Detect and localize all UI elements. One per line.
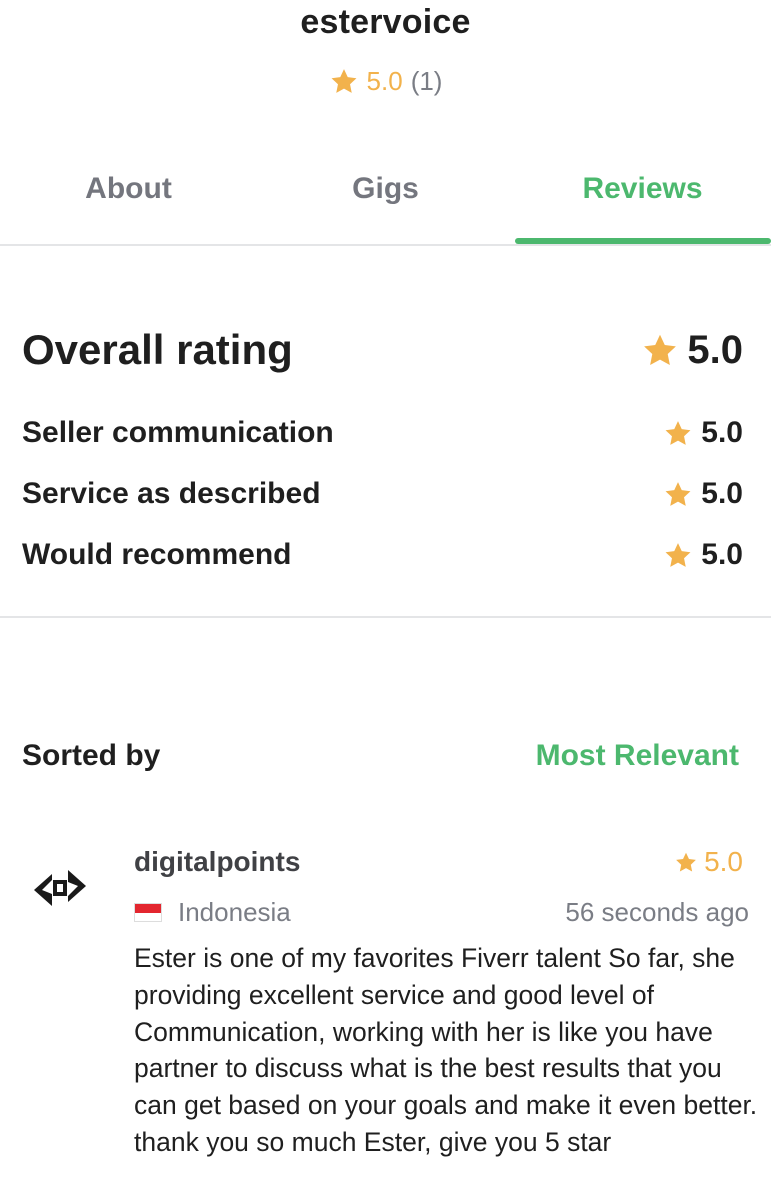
sort-label: Sorted by <box>22 739 161 772</box>
rating-row-service-as-described: Service as described 5.0 <box>22 474 743 514</box>
rating-row-seller-communication: Seller communication 5.0 <box>22 413 743 453</box>
tab-reviews[interactable]: Reviews <box>514 172 771 216</box>
rating-value: 5.0 <box>701 538 743 571</box>
overall-rating-row: Overall rating 5.0 <box>22 320 743 380</box>
review-text: Ester is one of my favorites Fiverr tale… <box>134 943 758 1157</box>
header-rating: 5.0 (1) <box>0 66 771 97</box>
tab-gigs[interactable]: Gigs <box>257 172 514 216</box>
star-icon <box>663 541 693 570</box>
rating-value-group: 5.0 <box>663 416 743 450</box>
tab-about[interactable]: About <box>0 172 257 216</box>
star-icon <box>329 67 359 96</box>
reviewer-country: Indonesia <box>134 897 291 928</box>
rating-row-would-recommend: Would recommend 5.0 <box>22 535 743 575</box>
review-rating: 5.0 <box>674 846 743 878</box>
seller-username: estervoice <box>300 3 471 41</box>
rating-value: 5.0 <box>701 477 743 510</box>
review-item: digitalpoints 5.0 Indonesia 56 seconds a… <box>0 840 771 1200</box>
review-timestamp: 56 seconds ago <box>565 897 749 927</box>
star-icon <box>674 851 698 874</box>
star-icon <box>663 419 693 448</box>
active-tab-indicator <box>515 238 771 244</box>
rating-value: 5.0 <box>701 416 743 449</box>
rating-label: Would recommend <box>22 538 292 571</box>
profile-tabs: About Gigs Reviews <box>0 150 771 246</box>
rating-label: Seller communication <box>22 416 334 449</box>
indonesia-flag-icon <box>134 903 162 922</box>
rating-value-group: 5.0 <box>663 477 743 511</box>
header-rating-score: 5.0 <box>366 66 403 96</box>
profile-header: estervoice 5.0 (1) <box>0 0 771 130</box>
reviewer-name[interactable]: digitalpoints <box>134 846 300 878</box>
star-icon <box>641 332 679 369</box>
reviewer-country-name: Indonesia <box>178 897 291 927</box>
rating-value-group: 5.0 <box>663 538 743 572</box>
star-icon <box>663 480 693 509</box>
review-rating-value: 5.0 <box>704 846 743 877</box>
avatar[interactable] <box>22 850 98 926</box>
overall-rating-value: 5.0 <box>687 327 743 372</box>
header-review-count: (1) <box>410 66 443 96</box>
ratings-summary: Overall rating 5.0 Seller communication … <box>0 300 771 618</box>
rating-label: Service as described <box>22 477 321 510</box>
overall-rating-value-group: 5.0 <box>641 328 743 373</box>
sort-row: Sorted by Most Relevant <box>22 736 739 776</box>
overall-rating-label: Overall rating <box>22 326 293 373</box>
seller-profile-page: estervoice 5.0 (1) About Gigs Reviews Ov… <box>0 0 771 1200</box>
sort-dropdown[interactable]: Most Relevant <box>536 739 739 773</box>
